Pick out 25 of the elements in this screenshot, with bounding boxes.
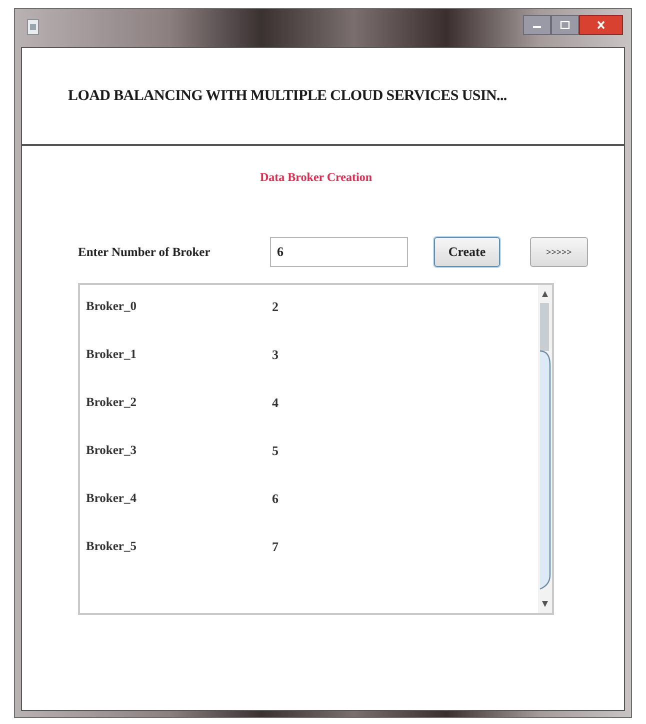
broker-name: Broker_2 — [86, 395, 138, 410]
broker-value: 3 — [272, 347, 278, 363]
broker-value: 7 — [272, 539, 278, 555]
app-icon — [27, 19, 39, 35]
broker-name: Broker_1 — [86, 347, 138, 362]
next-button[interactable]: >>>>> — [530, 237, 588, 267]
close-icon — [596, 21, 606, 29]
scrollbar[interactable] — [538, 285, 552, 613]
broker-value: 2 — [272, 299, 278, 315]
field-label: Enter Number of Broker — [78, 244, 212, 260]
create-button[interactable]: Create — [434, 237, 500, 267]
app-title: LOAD BALANCING WITH MULTIPLE CLOUD SERVICES USIN... — [68, 88, 507, 104]
minimize-button[interactable] — [523, 15, 551, 35]
maximize-button[interactable] — [551, 15, 579, 35]
section-title: Data Broker Creation — [260, 170, 372, 185]
maximize-icon — [560, 21, 570, 29]
broker-count-field[interactable]: 6 — [270, 237, 408, 267]
broker-name: Broker_0 — [86, 299, 138, 314]
close-button[interactable] — [579, 15, 623, 35]
broker-name: Broker_4 — [86, 491, 138, 506]
broker-name: Broker_5 — [86, 539, 138, 554]
broker-value: 6 — [272, 491, 278, 507]
broker-value: 5 — [272, 443, 278, 459]
broker-value: 4 — [272, 395, 278, 411]
broker-name: Broker_3 — [86, 443, 138, 458]
